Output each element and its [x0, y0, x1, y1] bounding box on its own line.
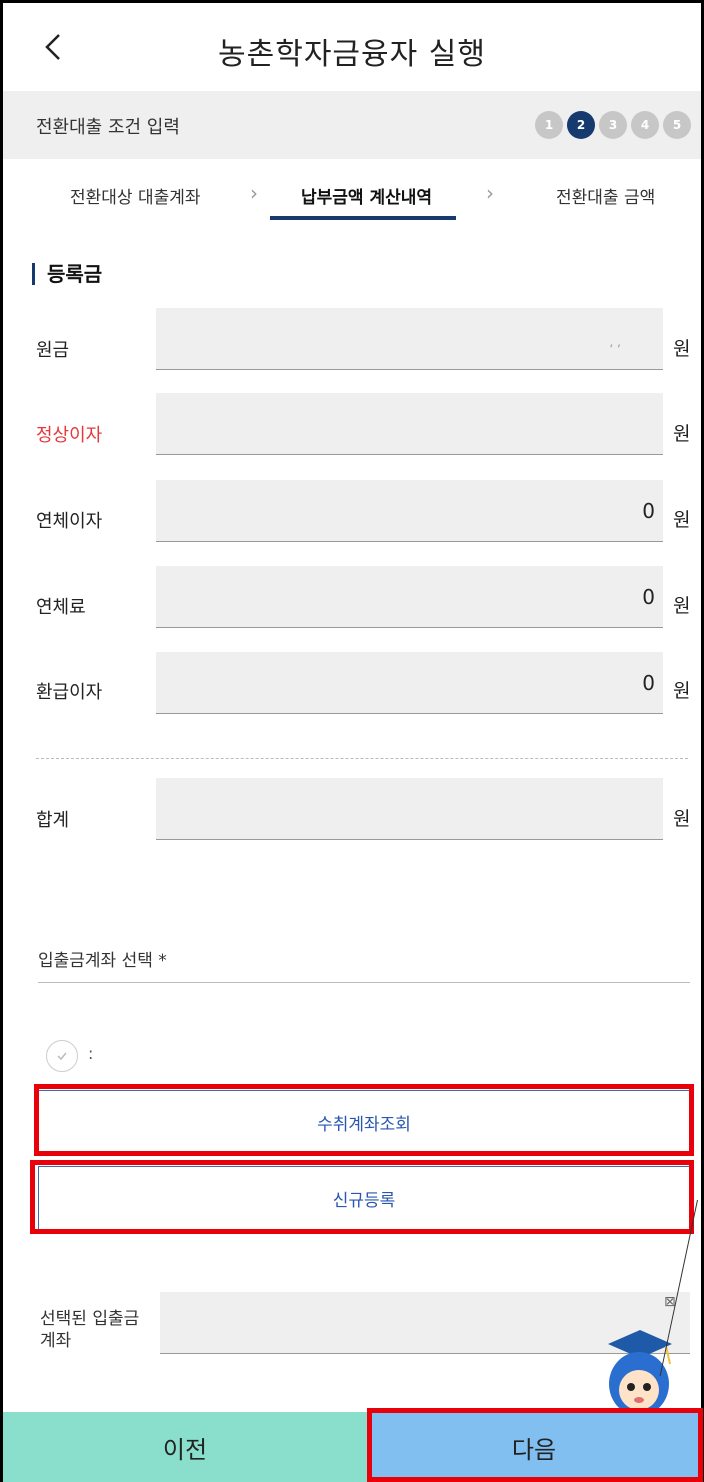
normal-interest-unit: 원	[673, 423, 691, 445]
late-fee-field: 0	[156, 566, 663, 628]
step-1: 1	[535, 111, 563, 139]
chevron-right-icon: ›	[486, 181, 494, 205]
tab-bar: 전환대상 대출계좌 › 납부금액 계산내역 › 전환대출 금액	[3, 159, 701, 225]
step-5: 5	[663, 111, 691, 139]
overdue-interest-field: 0	[156, 480, 663, 542]
principal-field: , ,	[156, 308, 663, 370]
section-title: 등록금	[32, 263, 102, 285]
step-4: 4	[631, 111, 659, 139]
prev-button[interactable]: 이전	[3, 1412, 367, 1482]
step-2: 2	[567, 111, 595, 139]
divider	[36, 758, 688, 759]
normal-interest-field	[156, 393, 663, 455]
active-tab-indicator	[270, 216, 456, 220]
row-label-overdue-interest: 연체이자	[36, 511, 103, 532]
tab-conversion-amount[interactable]: 전환대출 금액	[556, 183, 655, 208]
highlight-box	[367, 1408, 703, 1482]
principal-value: , ,	[609, 335, 621, 349]
selected-account-label: 선택된 입출금계좌	[40, 1309, 140, 1351]
row-label-normal-interest: 정상이자	[36, 425, 103, 446]
row-label-total: 합계	[36, 810, 70, 831]
account-radio-text: :	[88, 1044, 94, 1063]
tab-target-account[interactable]: 전환대상 대출계좌	[70, 183, 201, 208]
total-unit: 원	[673, 808, 691, 830]
chevron-right-icon: ›	[250, 181, 258, 205]
late-fee-unit: 원	[673, 595, 691, 617]
row-label-refund-interest: 환급이자	[36, 682, 103, 703]
step-title: 전환대출 조건 입력	[36, 117, 180, 138]
total-field	[156, 778, 663, 840]
step-indicator: 1 2 3 4 5	[535, 111, 691, 139]
row-label-late-fee: 연체료	[36, 597, 86, 618]
page-title: 농촌학자금융자 실행	[218, 37, 486, 72]
refund-interest-field: 0	[156, 652, 663, 714]
step-bar: 전환대출 조건 입력 1 2 3 4 5	[3, 91, 701, 159]
step-3: 3	[599, 111, 627, 139]
tab-payment-calc[interactable]: 납부금액 계산내역	[301, 183, 432, 208]
divider	[38, 982, 690, 983]
check-icon	[57, 1052, 67, 1061]
highlight-box	[30, 1160, 694, 1234]
row-label-principal: 원금	[36, 340, 70, 361]
highlight-box	[34, 1084, 694, 1156]
account-select-label: 입출금계좌 선택 *	[38, 951, 167, 971]
app-header: 농촌학자금융자 실행	[3, 3, 701, 91]
overdue-interest-unit: 원	[673, 509, 691, 531]
principal-unit: 원	[673, 338, 691, 360]
refund-interest-unit: 원	[673, 680, 691, 702]
account-radio[interactable]	[46, 1040, 78, 1072]
